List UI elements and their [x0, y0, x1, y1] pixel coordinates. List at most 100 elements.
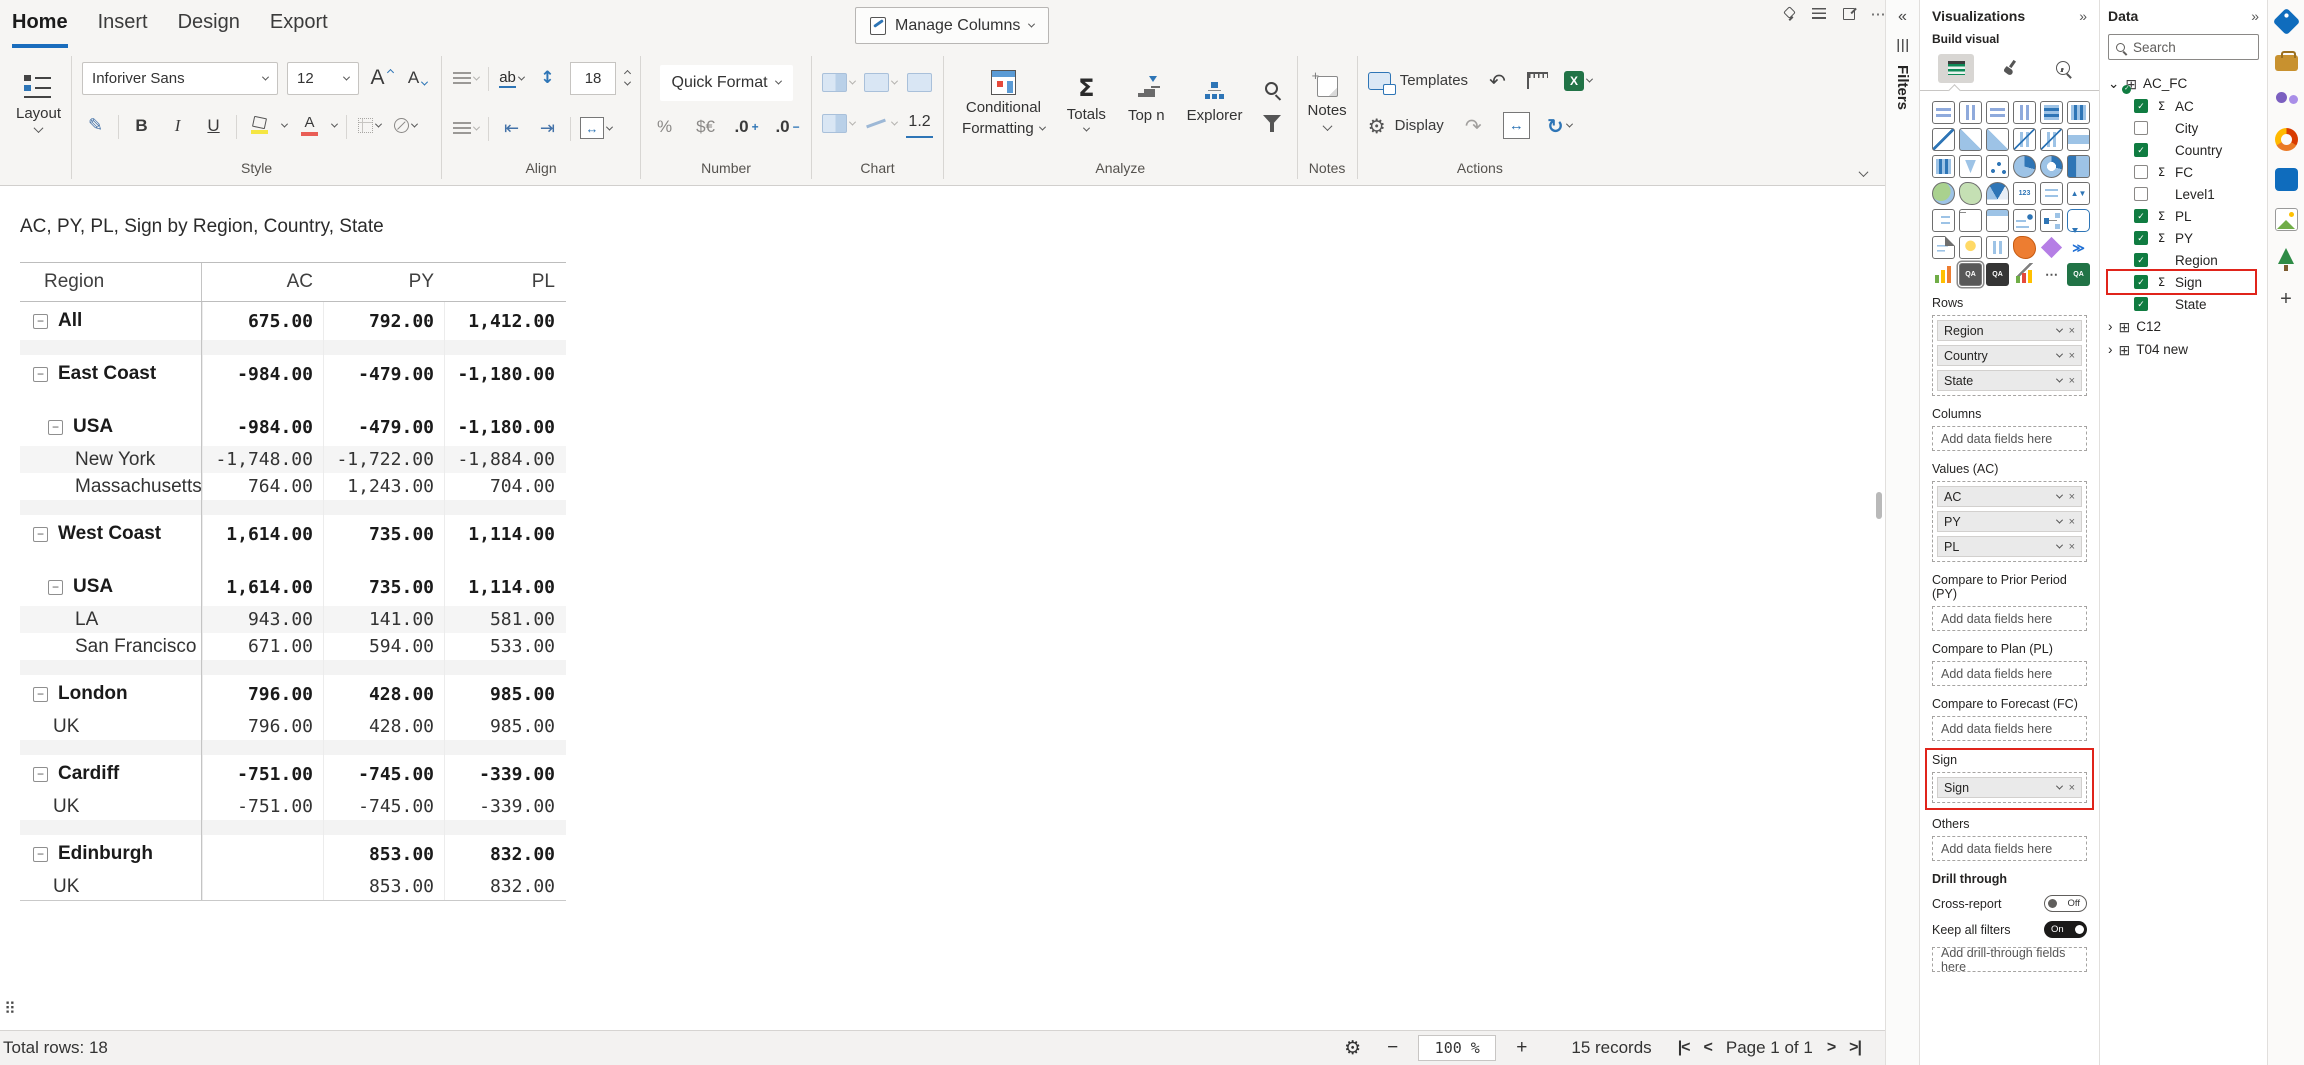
field-checkbox[interactable]	[2134, 165, 2148, 179]
chart-bar-button[interactable]	[822, 68, 855, 97]
collapse-toggle-icon[interactable]: −	[33, 314, 48, 329]
field-row-level1[interactable]: Level1	[2108, 183, 2259, 205]
custom-visual-qa-dark-icon[interactable]: QA	[1986, 263, 2009, 286]
100-stacked-column-chart-icon[interactable]	[2067, 101, 2090, 124]
briefcase-icon[interactable]	[2275, 55, 2298, 71]
templates-button[interactable]: Templates	[1368, 66, 1468, 95]
table-node-t04-new[interactable]: ›⊞T04 new	[2108, 338, 2259, 361]
funnel-chart-icon[interactable]	[1959, 155, 1982, 178]
arcgis-map-icon[interactable]	[2013, 236, 2036, 259]
gauge-icon[interactable]	[1986, 182, 2009, 205]
line-chart-icon[interactable]	[1932, 128, 1955, 151]
decrease-indent-button[interactable]: ⇤	[498, 114, 525, 143]
remove-field-icon[interactable]: ×	[2069, 325, 2075, 337]
chevron-down-icon[interactable]	[2056, 376, 2063, 383]
add-data-fields-dropzone[interactable]: Add data fields here	[1932, 716, 2087, 741]
table-node-c12[interactable]: ›⊞C12	[2108, 315, 2259, 338]
chevron-down-icon[interactable]	[2056, 351, 2063, 358]
collapse-toggle-icon[interactable]: −	[33, 527, 48, 542]
collapse-visualizations-icon[interactable]: »	[2079, 8, 2087, 24]
scatter-chart-icon[interactable]	[1986, 155, 2009, 178]
table-row[interactable]: −Cardiff-751.00-745.00-339.00	[20, 755, 566, 793]
toggle-on[interactable]: On	[2044, 921, 2087, 938]
tag-icon[interactable]	[2272, 8, 2300, 36]
row-height-input[interactable]: 18	[570, 62, 616, 95]
inforiver-matrix-visual-icon[interactable]: QA	[1959, 263, 1982, 286]
stacked-column-chart-icon[interactable]	[1959, 101, 1982, 124]
key-influencers-icon[interactable]	[2013, 209, 2036, 232]
table-row[interactable]: −East Coast-984.00-479.00-1,180.00	[20, 355, 566, 393]
field-row-state[interactable]: ✓State	[2108, 293, 2259, 315]
people-icon[interactable]	[2275, 88, 2298, 111]
increase-decimal-button[interactable]: .0+	[733, 113, 760, 142]
remove-field-icon[interactable]: ×	[2069, 782, 2075, 794]
decrease-font-button[interactable]: A	[404, 64, 431, 93]
search-icon[interactable]	[1265, 82, 1278, 95]
clear-borders-button[interactable]	[392, 111, 419, 140]
column-header-py[interactable]: PY	[323, 271, 444, 293]
more-visuals-icon[interactable]: ⋯	[2040, 263, 2063, 286]
multi-row-card-icon[interactable]	[2040, 182, 2063, 205]
font-color-button[interactable]: A	[296, 111, 323, 140]
add-icon[interactable]: +	[2275, 288, 2298, 311]
filter-funnel-icon[interactable]	[1263, 115, 1281, 125]
add-data-fields-dropzone[interactable]: Add data fields here	[1932, 836, 2087, 861]
donut-chart-icon[interactable]	[2040, 155, 2063, 178]
remove-field-icon[interactable]: ×	[2069, 541, 2075, 553]
top-n-button[interactable]: Top n	[1120, 83, 1173, 124]
tab-insert[interactable]: Insert	[98, 11, 148, 48]
toggle-off[interactable]: Off	[2044, 895, 2087, 912]
field-row-sign[interactable]: ✓ΣSign	[2108, 271, 2255, 293]
tab-design[interactable]: Design	[178, 11, 240, 48]
field-pill-ac[interactable]: AC×	[1937, 486, 2082, 507]
search-input[interactable]: Search	[2108, 34, 2259, 60]
clustered-column-chart-icon[interactable]	[2013, 101, 2036, 124]
chevron-down-icon[interactable]	[34, 123, 44, 133]
add-drill-through-dropzone[interactable]: Add drill-through fields here	[1932, 947, 2087, 972]
field-pill-state[interactable]: State×	[1937, 370, 2082, 391]
chart-hierarchy-button[interactable]	[864, 68, 897, 97]
increase-font-button[interactable]: A	[368, 64, 395, 93]
collapse-data-icon[interactable]: »	[2251, 8, 2259, 24]
field-checkbox[interactable]: ✓	[2134, 253, 2148, 267]
remove-field-icon[interactable]: ×	[2069, 491, 2075, 503]
filter-lines-icon[interactable]	[1810, 5, 1827, 22]
table-row[interactable]: −Edinburgh853.00832.00	[20, 835, 566, 873]
field-checkbox[interactable]: ✓	[2134, 275, 2148, 289]
ribbon-chart-icon[interactable]	[2067, 128, 2090, 151]
field-row-ac[interactable]: ✓ΣAC	[2108, 95, 2259, 117]
collapse-toggle-icon[interactable]: −	[33, 367, 48, 382]
line-clustered-column-chart-icon[interactable]	[2040, 128, 2063, 151]
paginated-report-icon[interactable]	[1932, 236, 1955, 259]
last-page-button[interactable]: >|	[1849, 1039, 1861, 1057]
column-header-pl[interactable]: PL	[444, 271, 565, 293]
tab-export[interactable]: Export	[270, 11, 328, 48]
collapse-node-icon[interactable]: ⌄	[2108, 76, 2119, 92]
increase-indent-button[interactable]: ⇥	[534, 114, 561, 143]
office-icon[interactable]	[2275, 128, 2298, 151]
zoom-level[interactable]: 100 %	[1418, 1035, 1496, 1061]
table-row[interactable]: LA943.00141.00581.00	[20, 606, 566, 633]
table-node-ac_fc[interactable]: ⌄⊞✓AC_FC	[2108, 72, 2259, 95]
analytics-tab[interactable]	[2045, 54, 2081, 83]
outlook-icon[interactable]	[2275, 168, 2298, 191]
filled-map-icon[interactable]	[1959, 182, 1982, 205]
chart-box-button[interactable]	[822, 109, 855, 138]
undo-button[interactable]: ↶	[1484, 66, 1511, 95]
chevron-down-icon[interactable]	[331, 121, 338, 128]
table-icon[interactable]	[1959, 209, 1982, 232]
stacked-bar-chart-icon[interactable]	[1932, 101, 1955, 124]
expand-filters-icon[interactable]: «	[1898, 8, 1907, 26]
card-icon[interactable]: 123	[2013, 182, 2036, 205]
currency-format-button[interactable]: $€	[692, 113, 719, 142]
layout-icon[interactable]	[24, 74, 54, 101]
build-visual-tab[interactable]	[1938, 54, 1974, 83]
next-page-button[interactable]: >	[1827, 1039, 1835, 1057]
fit-width-button[interactable]: ↔	[1503, 112, 1530, 139]
power-apps-icon[interactable]	[2040, 236, 2063, 259]
tab-home[interactable]: Home	[12, 11, 68, 48]
vertical-align-button[interactable]	[452, 114, 479, 143]
popout-icon[interactable]	[1840, 5, 1857, 22]
italic-button[interactable]: I	[164, 111, 191, 140]
field-checkbox[interactable]: ✓	[2134, 99, 2148, 113]
